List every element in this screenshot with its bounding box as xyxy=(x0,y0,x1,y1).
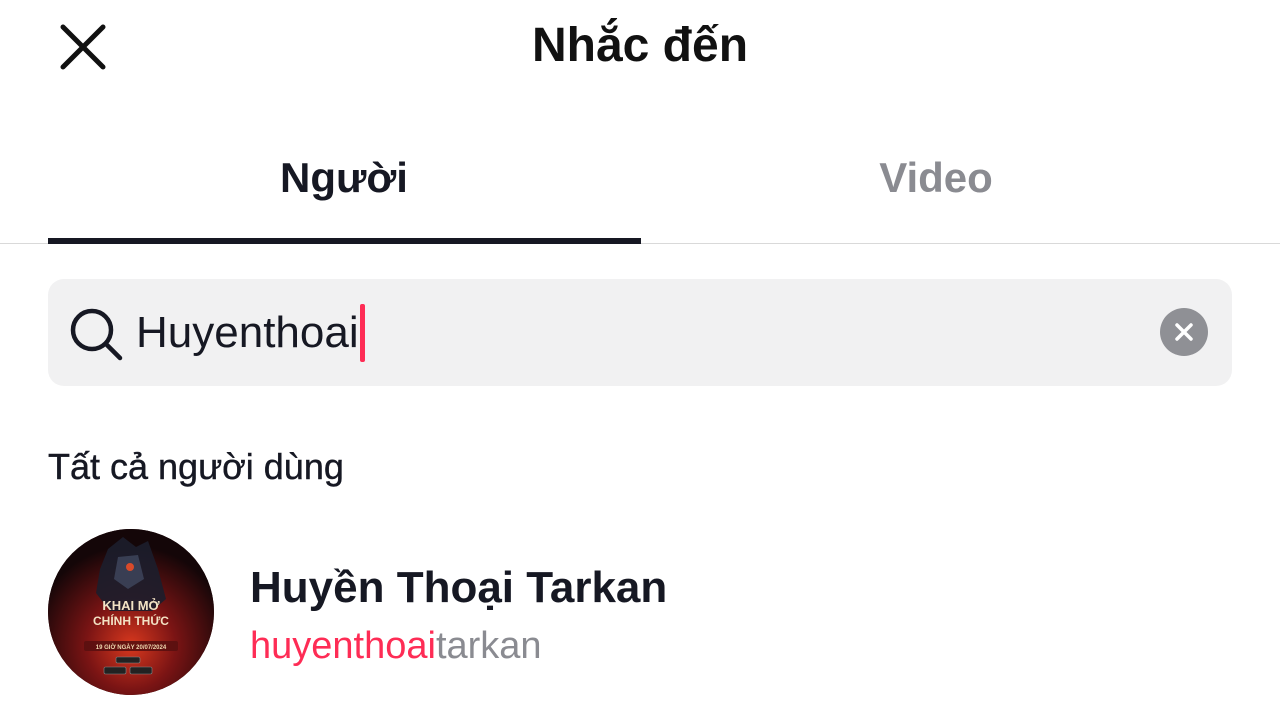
tab-people[interactable]: Người xyxy=(48,120,640,242)
search-input-value: Huyenthoai xyxy=(136,308,359,357)
search-icon xyxy=(70,308,123,361)
search-input[interactable]: Huyenthoai xyxy=(136,300,365,366)
user-handle-match: huyenthoai xyxy=(250,625,436,667)
tab-video[interactable]: Video xyxy=(640,120,1232,242)
text-caret xyxy=(359,304,365,362)
avatar: KHAI MỞ CHÍNH THỨC 19 GIỜ NGÀY 20/07/202… xyxy=(48,529,214,695)
clear-icon xyxy=(1175,323,1193,341)
tab-bar: Người Video xyxy=(0,120,1280,244)
header: Nhắc đến xyxy=(0,0,1280,96)
section-label-all-users: Tất cả người dùng xyxy=(48,446,344,487)
avatar-text-line3: 19 GIỜ NGÀY 20/07/2024 xyxy=(96,643,167,651)
clear-search-button[interactable] xyxy=(1160,308,1208,356)
avatar-text-line2: CHÍNH THỨC xyxy=(93,613,169,628)
user-display-name: Huyền Thoại Tarkan xyxy=(250,563,668,612)
avatar-artwork: KHAI MỞ CHÍNH THỨC 19 GIỜ NGÀY 20/07/202… xyxy=(48,529,214,695)
user-handle-rest: tarkan xyxy=(435,625,542,667)
mention-screen: Nhắc đến Người Video Huyenthoai Tất cả n… xyxy=(0,0,1280,723)
active-tab-indicator xyxy=(48,238,641,244)
avatar-text-line1: KHAI MỞ xyxy=(102,598,160,613)
user-result-row[interactable]: KHAI MỞ CHÍNH THỨC 19 GIỜ NGÀY 20/07/202… xyxy=(0,520,1280,710)
user-handle: huyenthoaitarkan xyxy=(250,620,542,672)
page-title: Nhắc đến xyxy=(531,19,749,72)
